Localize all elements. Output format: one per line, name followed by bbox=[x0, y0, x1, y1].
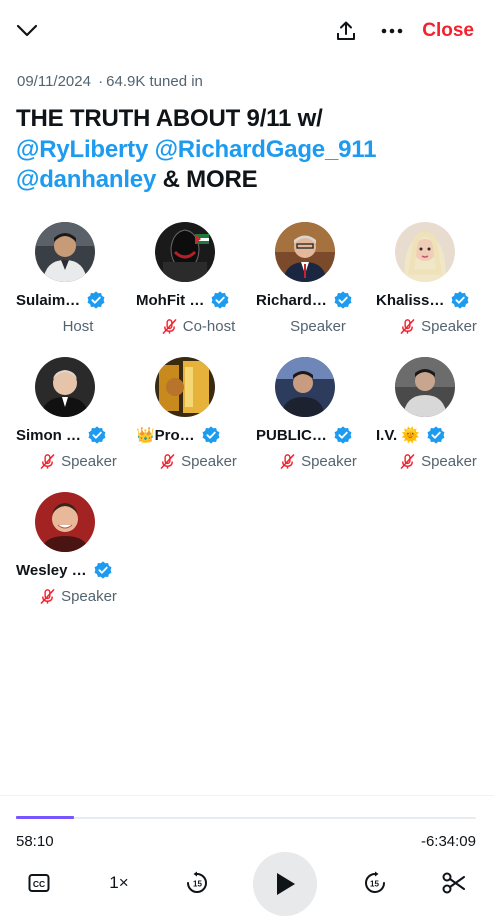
participant-name: Richard… bbox=[256, 290, 368, 310]
participant-role: Speaker bbox=[13, 588, 143, 605]
mic-muted-icon bbox=[162, 319, 177, 334]
participant[interactable]: Wesley … Speaker bbox=[0, 492, 120, 617]
chevron-down-icon[interactable] bbox=[14, 20, 40, 42]
participant-name: Simon … bbox=[16, 425, 128, 445]
verified-badge-icon bbox=[87, 291, 105, 309]
participant[interactable]: I.V. 🌞 Speaker bbox=[360, 357, 480, 482]
playback-bar: 58:10 -6:34:09 CC 1× 15 15 bbox=[0, 795, 494, 916]
svg-text:15: 15 bbox=[370, 880, 379, 889]
captions-icon: CC bbox=[28, 874, 50, 892]
participant-name: 👑Pro… bbox=[136, 425, 248, 445]
remaining-time: -6:34:09 bbox=[420, 833, 476, 850]
clip-button[interactable] bbox=[441, 867, 467, 899]
rewind-button[interactable]: 15 bbox=[184, 867, 210, 899]
avatar bbox=[275, 222, 335, 282]
participant[interactable]: MohFit … Co-host bbox=[120, 222, 240, 347]
mention-link[interactable]: @RyLiberty bbox=[16, 136, 148, 163]
mic-muted-icon bbox=[280, 454, 295, 469]
avatar bbox=[35, 357, 95, 417]
verified-badge-icon bbox=[94, 561, 112, 579]
elapsed-time: 58:10 bbox=[16, 833, 54, 850]
listener-count: 64.9K tuned in bbox=[106, 73, 203, 90]
avatar bbox=[155, 222, 215, 282]
space-date: 09/11/2024 bbox=[17, 73, 91, 90]
participant[interactable]: 👑Pro… Speaker bbox=[120, 357, 240, 482]
participant-role: Speaker bbox=[373, 453, 494, 470]
captions-button[interactable]: CC bbox=[26, 867, 52, 899]
play-button[interactable] bbox=[253, 852, 317, 916]
title-text: THE TRUTH ABOUT 9/11 w/ bbox=[16, 105, 323, 132]
svg-text:15: 15 bbox=[193, 880, 202, 889]
participant-name: Khaliss… bbox=[376, 290, 488, 310]
share-icon[interactable] bbox=[334, 19, 358, 43]
avatar bbox=[35, 222, 95, 282]
space-title: THE TRUTH ABOUT 9/11 w/ @RyLiberty @Rich… bbox=[16, 104, 476, 196]
avatar bbox=[155, 357, 215, 417]
svg-text:CC: CC bbox=[33, 879, 45, 889]
top-bar: Close bbox=[0, 0, 494, 62]
verified-badge-icon bbox=[88, 426, 106, 444]
participant-name: MohFit … bbox=[136, 290, 248, 310]
close-button[interactable]: Close bbox=[422, 20, 474, 42]
avatar bbox=[275, 357, 335, 417]
forward-button[interactable]: 15 bbox=[362, 867, 388, 899]
playback-speed-button[interactable]: 1× bbox=[104, 867, 134, 899]
title-text: & MORE bbox=[162, 166, 258, 193]
mention-link[interactable]: @RichardGage_911 bbox=[155, 136, 377, 163]
play-icon bbox=[277, 873, 295, 895]
more-icon[interactable] bbox=[378, 20, 406, 42]
participant-name: Sulaim… bbox=[16, 290, 128, 310]
participant[interactable]: Khaliss… Speaker bbox=[360, 222, 480, 347]
participant[interactable]: Sulaim… Host bbox=[0, 222, 120, 347]
verified-badge-icon bbox=[334, 291, 352, 309]
mic-muted-icon bbox=[40, 454, 55, 469]
verified-badge-icon bbox=[427, 426, 445, 444]
mention-link[interactable]: @danhanley bbox=[16, 166, 156, 193]
avatar bbox=[35, 492, 95, 552]
mic-muted-icon bbox=[400, 319, 415, 334]
verified-badge-icon bbox=[334, 426, 352, 444]
scissors-icon bbox=[442, 872, 465, 894]
participant[interactable]: PUBLIC… Speaker bbox=[240, 357, 360, 482]
verified-badge-icon bbox=[451, 291, 469, 309]
rewind-15-icon: 15 bbox=[187, 871, 207, 893]
mic-muted-icon bbox=[400, 454, 415, 469]
participant[interactable]: Simon … Speaker bbox=[0, 357, 120, 482]
verified-badge-icon bbox=[202, 426, 220, 444]
participant-name: PUBLIC… bbox=[256, 425, 368, 445]
avatar bbox=[395, 222, 455, 282]
space-meta: 09/11/2024 · 64.9K tuned in bbox=[17, 73, 203, 90]
verified-badge-icon bbox=[211, 291, 229, 309]
participant-name: I.V. 🌞 bbox=[376, 425, 488, 445]
progress-fill bbox=[16, 816, 74, 819]
mic-muted-icon bbox=[40, 589, 55, 604]
progress-track[interactable] bbox=[16, 816, 476, 819]
avatar bbox=[395, 357, 455, 417]
participant[interactable]: Richard… Speaker bbox=[240, 222, 360, 347]
mic-muted-icon bbox=[160, 454, 175, 469]
participant-name: Wesley … bbox=[16, 560, 128, 580]
participant-role: Speaker bbox=[373, 318, 494, 335]
speed-label: 1× bbox=[109, 873, 129, 892]
forward-15-icon: 15 bbox=[365, 871, 385, 893]
meta-separator: · bbox=[98, 73, 104, 90]
